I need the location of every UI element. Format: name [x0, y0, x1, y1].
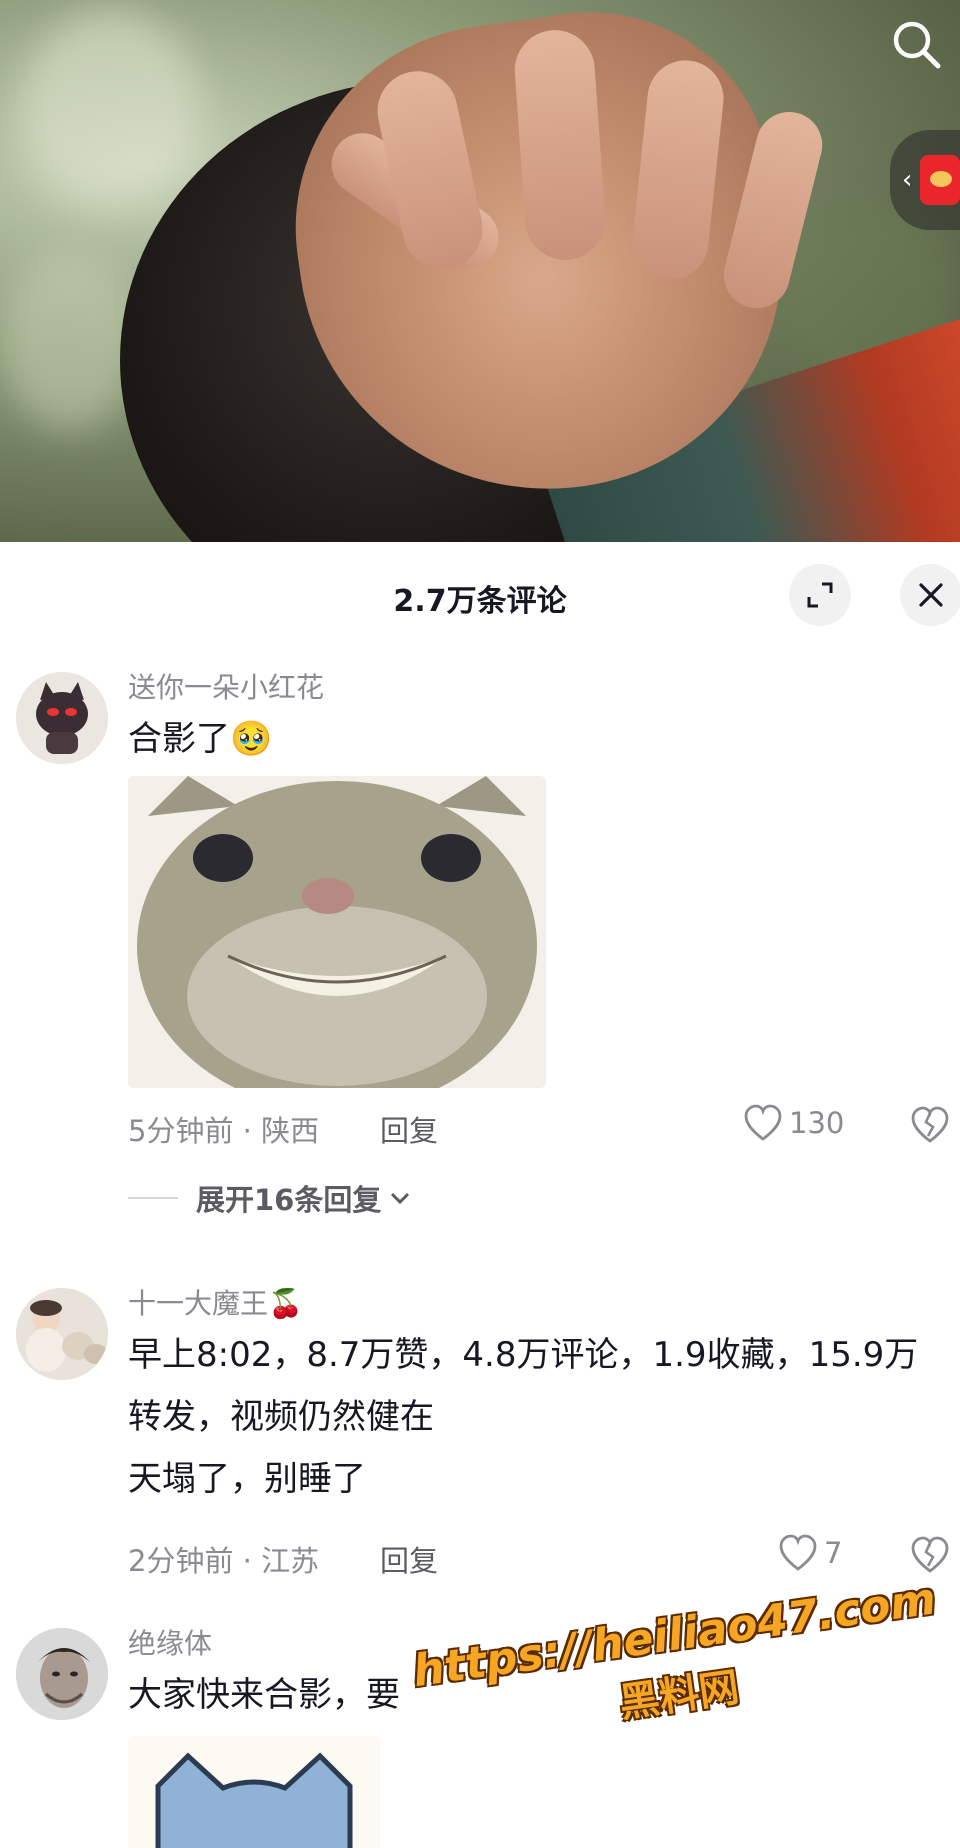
comment-username[interactable]: 绝缘体 [128, 1624, 960, 1664]
comment-content: 送你一朵小红花 合影了🥹 5分钟前 · 陕西 回复 130 [128, 668, 960, 1148]
bokeh-light [0, 250, 140, 430]
cartoon-cat-avatar-icon [16, 672, 108, 764]
close-icon [919, 583, 943, 607]
broken-heart-icon [911, 1106, 949, 1143]
dislike-button[interactable] [910, 1536, 950, 1581]
reply-button[interactable]: 回复 [380, 1108, 438, 1150]
comment-text: 早上8:02，8.7万赞，4.8万评论，1.9收藏，15.9万 转发，视频仍然健… [128, 1324, 960, 1510]
avatar[interactable] [16, 1288, 108, 1380]
comment-meta: 2分钟前 · 江苏 回复 7 [128, 1534, 960, 1580]
bokeh-light [20, 10, 200, 210]
comment-item: 送你一朵小红花 合影了🥹 5分钟前 · 陕西 回复 130 [0, 668, 960, 1168]
man-portrait-avatar-icon [16, 1628, 108, 1720]
chevron-left-icon: ‹ [902, 165, 913, 195]
heart-icon [779, 1534, 817, 1571]
comment-meta: 5分钟前 · 陕西 回复 130 [128, 1104, 960, 1150]
search-icon [893, 21, 941, 69]
cherry-emoji: 🍒 [268, 1287, 303, 1320]
like-button[interactable]: 130 [743, 1104, 844, 1142]
side-activity-pill[interactable]: ‹ [890, 130, 960, 230]
comment-username[interactable]: 十一大魔王🍒 [128, 1284, 960, 1324]
expand-button[interactable] [789, 564, 851, 626]
comment-content: 十一大魔王🍒 早上8:02，8.7万赞，4.8万评论，1.9收藏，15.9万 转… [128, 1284, 960, 1578]
comment-sticker-image[interactable] [128, 1736, 380, 1848]
red-envelope-icon [920, 155, 960, 205]
close-button[interactable] [900, 564, 960, 626]
dislike-button[interactable] [910, 1106, 950, 1151]
pleading-face-emoji: 🥹 [230, 719, 273, 759]
finger [512, 27, 608, 263]
comment-username[interactable]: 送你一朵小红花 [128, 668, 960, 708]
comment-content: 绝缘体 大家快来合影，要 [128, 1624, 960, 1848]
expand-icon [807, 582, 833, 608]
comment-panel-header: 2.7万条评论 [0, 542, 960, 646]
comment-text: 合影了🥹 [128, 708, 960, 770]
comment-panel: 2.7万条评论 送你一朵小红花 合影了🥹 5分钟前 · 陕西 回复 130 展开… [0, 542, 960, 1848]
smiling-cat-sticker-icon [128, 776, 546, 1088]
comment-text: 大家快来合影，要 [128, 1675, 400, 1715]
avatar[interactable] [16, 1628, 108, 1720]
comment-item: 绝缘体 大家快来合影，要 [0, 1624, 960, 1848]
like-button[interactable]: 7 [778, 1534, 842, 1572]
broken-heart-icon [911, 1536, 949, 1573]
like-count: 7 [824, 1536, 843, 1570]
comment-sticker-image[interactable] [128, 776, 546, 1088]
comment-text-line: 早上8:02，8.7万赞，4.8万评论，1.9收藏，15.9万 [128, 1335, 919, 1375]
comment-time-location: 5分钟前 · 陕西 [128, 1114, 320, 1148]
heart-icon [744, 1104, 782, 1141]
comment-username-text: 十一大魔王 [128, 1287, 269, 1320]
chevron-down-icon [391, 1192, 410, 1205]
divider-line [128, 1197, 178, 1199]
like-count: 130 [789, 1106, 845, 1140]
comment-text-body: 合影了 [128, 719, 230, 759]
search-button[interactable] [886, 14, 946, 74]
comment-time-location: 2分钟前 · 江苏 [128, 1544, 320, 1578]
comment-item: 十一大魔王🍒 早上8:02，8.7万赞，4.8万评论，1.9收藏，15.9万 转… [0, 1284, 960, 1624]
avatar[interactable] [16, 672, 108, 764]
expand-replies-row[interactable]: 展开16条回复 [128, 1178, 411, 1218]
blue-cat-sticker-icon [128, 1736, 380, 1848]
comment-text-line: 转发，视频仍然健在 [128, 1397, 434, 1437]
baby-with-dogs-avatar-icon [16, 1288, 108, 1380]
comment-text-line: 天塌了，别睡了 [128, 1459, 366, 1499]
reply-button[interactable]: 回复 [380, 1538, 438, 1580]
expand-replies-label[interactable]: 展开16条回复 [196, 1177, 381, 1219]
video-player[interactable]: ‹ [0, 0, 960, 542]
